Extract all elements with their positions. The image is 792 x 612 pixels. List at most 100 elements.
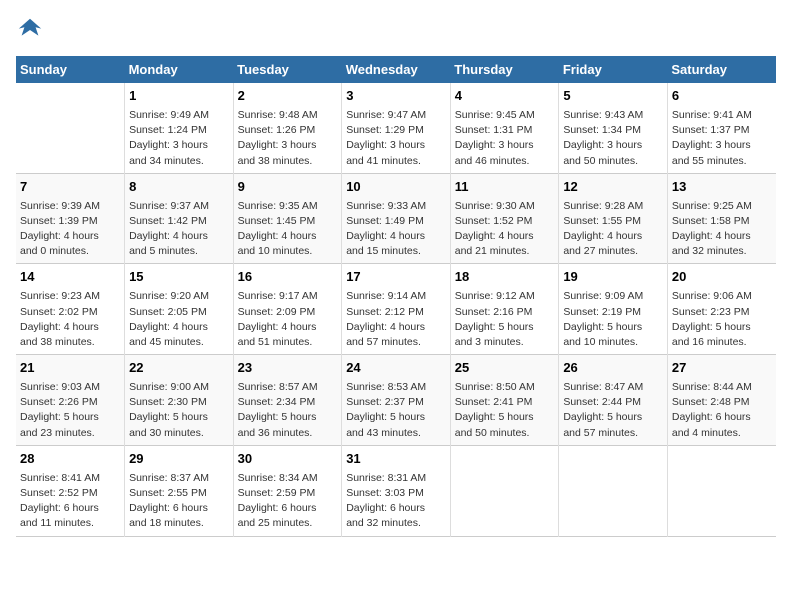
- calendar-cell: 1 Sunrise: 9:49 AM Sunset: 1:24 PM Daylig…: [125, 83, 234, 173]
- day-number: 19: [563, 268, 663, 287]
- day-number: 10: [346, 178, 446, 197]
- day-info: Sunrise: 9:49 AM Sunset: 1:24 PM Dayligh…: [129, 108, 229, 169]
- calendar-cell: 22 Sunrise: 9:00 AM Sunset: 2:30 PM Dayli…: [125, 355, 234, 446]
- day-number: 14: [20, 268, 120, 287]
- weekday-header: Monday: [125, 56, 234, 83]
- calendar-cell: 24Sunrise: 8:53 AM Sunset: 2:37 PM Dayli…: [342, 355, 451, 446]
- calendar-cell: 16 Sunrise: 9:17 AM Sunset: 2:09 PM Dayli…: [233, 264, 342, 355]
- calendar-cell: 23 Sunrise: 8:57 AM Sunset: 2:34 PM Dayli…: [233, 355, 342, 446]
- day-info: Sunrise: 9:48 AM Sunset: 1:26 PM Dayligh…: [238, 108, 338, 169]
- day-info: Sunrise: 9:39 AM Sunset: 1:39 PM Dayligh…: [20, 199, 120, 260]
- day-info: Sunrise: 9:47 AM Sunset: 1:29 PM Dayligh…: [346, 108, 446, 169]
- weekday-header: Wednesday: [342, 56, 451, 83]
- day-number: 11: [455, 178, 555, 197]
- calendar-week-row: 1 Sunrise: 9:49 AM Sunset: 1:24 PM Daylig…: [16, 83, 776, 173]
- calendar-cell: 19 Sunrise: 9:09 AM Sunset: 2:19 PM Dayli…: [559, 264, 668, 355]
- day-info: Sunrise: 8:57 AM Sunset: 2:34 PM Dayligh…: [238, 380, 338, 441]
- logo: [16, 16, 48, 44]
- day-number: 5: [563, 87, 663, 106]
- calendar-cell: 7 Sunrise: 9:39 AM Sunset: 1:39 PM Daylig…: [16, 173, 125, 264]
- calendar-cell: 9Sunrise: 9:35 AM Sunset: 1:45 PM Daylig…: [233, 173, 342, 264]
- day-number: 13: [672, 178, 772, 197]
- calendar-cell: 29 Sunrise: 8:37 AM Sunset: 2:55 PM Dayli…: [125, 445, 234, 536]
- day-info: Sunrise: 8:44 AM Sunset: 2:48 PM Dayligh…: [672, 380, 772, 441]
- day-number: 1: [129, 87, 229, 106]
- weekday-header: Sunday: [16, 56, 125, 83]
- calendar-cell: [559, 445, 668, 536]
- day-number: 23: [238, 359, 338, 378]
- day-number: 7: [20, 178, 120, 197]
- calendar-cell: 5 Sunrise: 9:43 AM Sunset: 1:34 PM Daylig…: [559, 83, 668, 173]
- day-info: Sunrise: 9:20 AM Sunset: 2:05 PM Dayligh…: [129, 289, 229, 350]
- weekday-header: Saturday: [667, 56, 776, 83]
- day-info: Sunrise: 8:50 AM Sunset: 2:41 PM Dayligh…: [455, 380, 555, 441]
- weekday-header: Tuesday: [233, 56, 342, 83]
- calendar-cell: 30 Sunrise: 8:34 AM Sunset: 2:59 PM Dayli…: [233, 445, 342, 536]
- calendar-cell: 8 Sunrise: 9:37 AM Sunset: 1:42 PM Daylig…: [125, 173, 234, 264]
- day-info: Sunrise: 9:17 AM Sunset: 2:09 PM Dayligh…: [238, 289, 338, 350]
- day-info: Sunrise: 8:34 AM Sunset: 2:59 PM Dayligh…: [238, 471, 338, 532]
- day-info: Sunrise: 8:31 AM Sunset: 3:03 PM Dayligh…: [346, 471, 446, 532]
- calendar-cell: 21 Sunrise: 9:03 AM Sunset: 2:26 PM Dayli…: [16, 355, 125, 446]
- day-number: 21: [20, 359, 120, 378]
- day-number: 12: [563, 178, 663, 197]
- day-info: Sunrise: 9:14 AM Sunset: 2:12 PM Dayligh…: [346, 289, 446, 350]
- day-number: 15: [129, 268, 229, 287]
- calendar-cell: [667, 445, 776, 536]
- day-number: 27: [672, 359, 772, 378]
- calendar-cell: 20 Sunrise: 9:06 AM Sunset: 2:23 PM Dayli…: [667, 264, 776, 355]
- day-info: Sunrise: 9:37 AM Sunset: 1:42 PM Dayligh…: [129, 199, 229, 260]
- day-info: Sunrise: 9:30 AM Sunset: 1:52 PM Dayligh…: [455, 199, 555, 260]
- calendar-cell: 14 Sunrise: 9:23 AM Sunset: 2:02 PM Dayli…: [16, 264, 125, 355]
- weekday-header: Friday: [559, 56, 668, 83]
- day-info: Sunrise: 9:03 AM Sunset: 2:26 PM Dayligh…: [20, 380, 120, 441]
- day-number: 8: [129, 178, 229, 197]
- day-info: Sunrise: 9:06 AM Sunset: 2:23 PM Dayligh…: [672, 289, 772, 350]
- calendar-week-row: 7 Sunrise: 9:39 AM Sunset: 1:39 PM Daylig…: [16, 173, 776, 264]
- day-info: Sunrise: 9:25 AM Sunset: 1:58 PM Dayligh…: [672, 199, 772, 260]
- day-number: 16: [238, 268, 338, 287]
- day-number: 25: [455, 359, 555, 378]
- day-number: 30: [238, 450, 338, 469]
- calendar-week-row: 28Sunrise: 8:41 AM Sunset: 2:52 PM Dayli…: [16, 445, 776, 536]
- day-number: 31: [346, 450, 446, 469]
- day-number: 3: [346, 87, 446, 106]
- day-info: Sunrise: 8:37 AM Sunset: 2:55 PM Dayligh…: [129, 471, 229, 532]
- calendar-cell: 10 Sunrise: 9:33 AM Sunset: 1:49 PM Dayli…: [342, 173, 451, 264]
- calendar-cell: 26Sunrise: 8:47 AM Sunset: 2:44 PM Dayli…: [559, 355, 668, 446]
- day-number: 22: [129, 359, 229, 378]
- calendar-cell: 27 Sunrise: 8:44 AM Sunset: 2:48 PM Dayli…: [667, 355, 776, 446]
- logo-icon: [16, 16, 44, 44]
- day-number: 20: [672, 268, 772, 287]
- day-info: Sunrise: 9:09 AM Sunset: 2:19 PM Dayligh…: [563, 289, 663, 350]
- day-info: Sunrise: 9:23 AM Sunset: 2:02 PM Dayligh…: [20, 289, 120, 350]
- calendar-cell: 3 Sunrise: 9:47 AM Sunset: 1:29 PM Daylig…: [342, 83, 451, 173]
- day-number: 28: [20, 450, 120, 469]
- day-number: 18: [455, 268, 555, 287]
- page-header: [16, 16, 776, 44]
- day-number: 17: [346, 268, 446, 287]
- weekday-header: Thursday: [450, 56, 559, 83]
- calendar-cell: 28Sunrise: 8:41 AM Sunset: 2:52 PM Dayli…: [16, 445, 125, 536]
- calendar-cell: [16, 83, 125, 173]
- day-number: 29: [129, 450, 229, 469]
- calendar-header-row: SundayMondayTuesdayWednesdayThursdayFrid…: [16, 56, 776, 83]
- calendar-cell: 18Sunrise: 9:12 AM Sunset: 2:16 PM Dayli…: [450, 264, 559, 355]
- calendar-cell: 12 Sunrise: 9:28 AM Sunset: 1:55 PM Dayli…: [559, 173, 668, 264]
- calendar-cell: 2 Sunrise: 9:48 AM Sunset: 1:26 PM Daylig…: [233, 83, 342, 173]
- day-info: Sunrise: 9:43 AM Sunset: 1:34 PM Dayligh…: [563, 108, 663, 169]
- day-info: Sunrise: 9:33 AM Sunset: 1:49 PM Dayligh…: [346, 199, 446, 260]
- day-info: Sunrise: 9:28 AM Sunset: 1:55 PM Dayligh…: [563, 199, 663, 260]
- day-number: 26: [563, 359, 663, 378]
- day-number: 9: [238, 178, 338, 197]
- day-info: Sunrise: 9:41 AM Sunset: 1:37 PM Dayligh…: [672, 108, 772, 169]
- day-info: Sunrise: 8:53 AM Sunset: 2:37 PM Dayligh…: [346, 380, 446, 441]
- calendar-table: SundayMondayTuesdayWednesdayThursdayFrid…: [16, 56, 776, 537]
- calendar-cell: 13 Sunrise: 9:25 AM Sunset: 1:58 PM Dayli…: [667, 173, 776, 264]
- calendar-cell: [450, 445, 559, 536]
- calendar-cell: 4Sunrise: 9:45 AM Sunset: 1:31 PM Daylig…: [450, 83, 559, 173]
- calendar-cell: 11 Sunrise: 9:30 AM Sunset: 1:52 PM Dayli…: [450, 173, 559, 264]
- calendar-cell: 15 Sunrise: 9:20 AM Sunset: 2:05 PM Dayli…: [125, 264, 234, 355]
- day-number: 2: [238, 87, 338, 106]
- day-info: Sunrise: 9:00 AM Sunset: 2:30 PM Dayligh…: [129, 380, 229, 441]
